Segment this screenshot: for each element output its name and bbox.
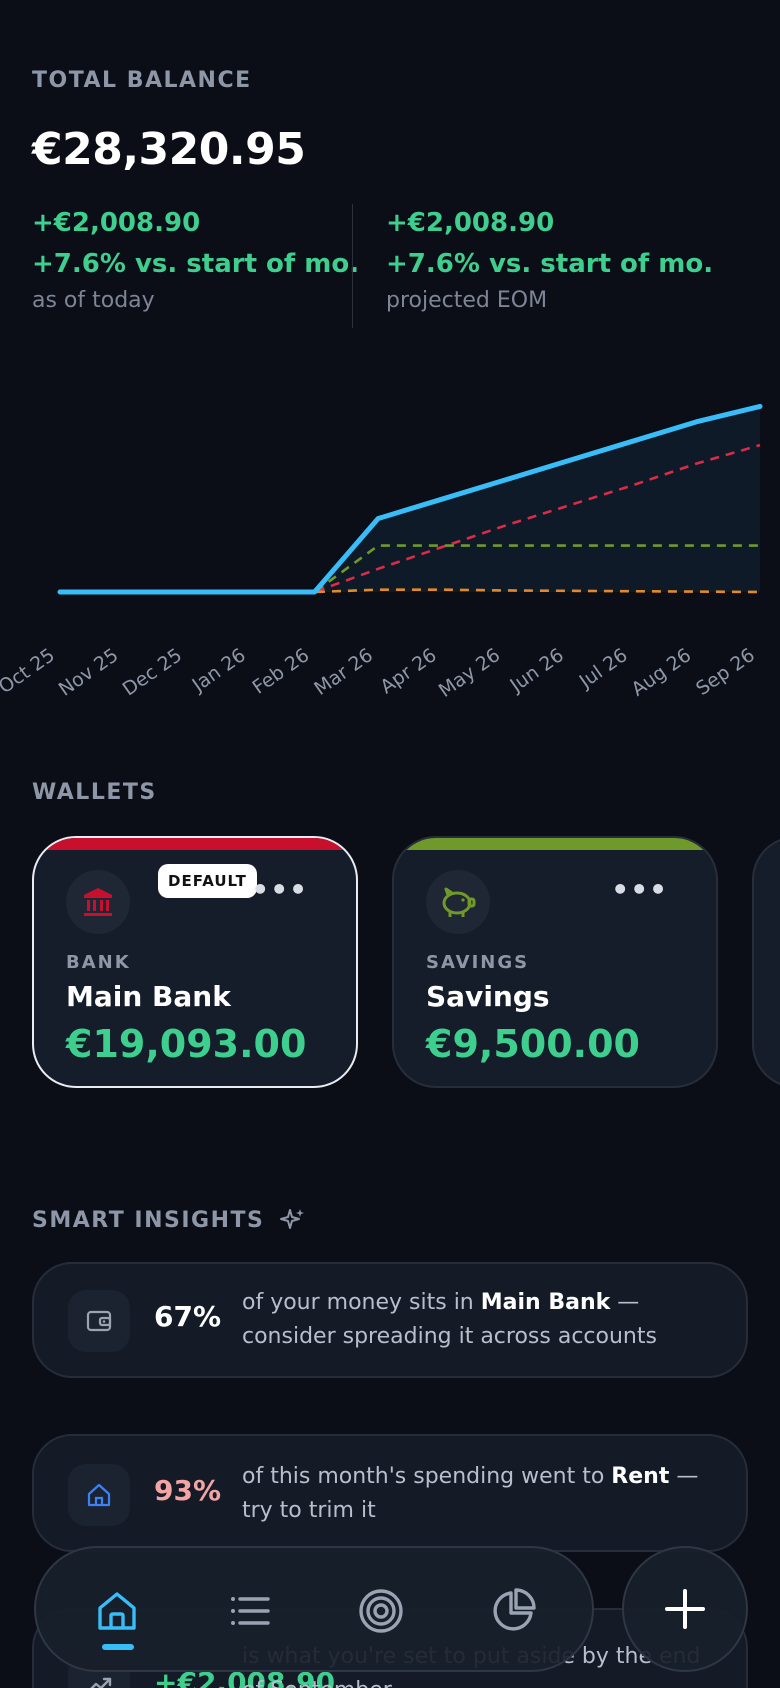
list-icon (231, 1597, 270, 1625)
wallet-color-bar (394, 838, 716, 850)
insight-card-money-distribution[interactable]: 67% of your money sits in Main Bank — co… (32, 1262, 748, 1378)
x-tick-label: Sep 26 (692, 644, 759, 700)
bank-icon (66, 870, 130, 934)
more-options-icon[interactable]: ••• (251, 876, 308, 904)
balance-change-today: +€2,008.90 +7.6% vs. start of mo. as of … (32, 206, 359, 318)
wallet-type: BANK (66, 952, 131, 973)
wallet-balance: €9,500.00 (426, 1022, 640, 1066)
change-note: projected EOM (386, 288, 548, 313)
tab-analytics[interactable] (478, 1576, 548, 1646)
x-tick-label: Aug 26 (627, 644, 695, 701)
insight-text: of this month's spending went to Rent — … (242, 1464, 699, 1523)
smart-insights-title: SMART INSIGHTS (32, 1207, 265, 1233)
plus-icon (665, 1589, 705, 1629)
x-tick-label: Jul 26 (575, 644, 632, 693)
wallets-label: WALLETS (32, 780, 157, 805)
insight-text: of your money sits in Main Bank — consid… (242, 1290, 657, 1349)
total-balance-label: TOTAL BALANCE (32, 68, 252, 93)
sparkle-icon (280, 1209, 305, 1229)
balance-change-projected: +€2,008.90 +7.6% vs. start of mo. projec… (386, 206, 713, 318)
wallet-card-main-bank[interactable]: DEFAULT ••• BANK Main Bank €19,093.00 (32, 836, 358, 1088)
stat-divider (352, 204, 353, 328)
home-icon (98, 1592, 136, 1630)
bottom-tab-bar (34, 1546, 594, 1672)
wallets-carousel[interactable]: DEFAULT ••• BANK Main Bank €19,093.00 ••… (0, 836, 780, 1090)
tab-transactions[interactable] (214, 1576, 284, 1646)
change-percent: +7.6% vs. start of mo. (32, 249, 360, 279)
wallet-name: Main Bank (66, 980, 231, 1013)
x-tick-label: Jan 26 (188, 644, 250, 697)
piggy-bank-icon (426, 870, 490, 934)
wallet-color-bar (34, 838, 356, 850)
change-amount: +€2,008.90 (386, 208, 555, 238)
x-tick-label: Oct 25 (0, 644, 59, 698)
wallet-type: SAVINGS (426, 952, 530, 973)
wallet-balance: €19,093.00 (66, 1022, 307, 1066)
smart-insights-label: SMART INSIGHTS (32, 1206, 306, 1234)
x-tick-label: May 26 (435, 644, 505, 702)
balance-projection-chart[interactable]: Oct 25Nov 25Dec 25 Jan 26Feb 26Mar 26 Apr … (0, 360, 780, 720)
tab-goals[interactable] (346, 1576, 416, 1646)
target-icon (359, 1589, 403, 1633)
tab-home[interactable] (82, 1576, 152, 1646)
home-icon (68, 1464, 130, 1526)
x-tick-label: Nov 25 (55, 644, 123, 701)
wallet-name: Savings (426, 980, 550, 1013)
wallet-icon (68, 1290, 130, 1352)
insight-card-spending[interactable]: 93% of this month's spending went to Ren… (32, 1434, 748, 1552)
insight-percent: 93% (154, 1474, 222, 1507)
x-tick-label: Mar 26 (310, 644, 377, 700)
wallet-card-partial[interactable] (752, 836, 780, 1088)
pie-chart-icon (493, 1588, 536, 1631)
more-options-icon[interactable]: ••• (611, 876, 668, 904)
add-transaction-button[interactable] (622, 1546, 748, 1672)
default-badge: DEFAULT (158, 864, 257, 898)
total-balance-value: €28,320.95 (32, 124, 306, 175)
change-amount: +€2,008.90 (32, 208, 201, 238)
insight-percent: 67% (154, 1300, 222, 1333)
x-tick-label: Apr 26 (376, 644, 440, 698)
change-percent: +7.6% vs. start of mo. (386, 249, 714, 279)
change-note: as of today (32, 288, 155, 313)
active-tab-indicator (102, 1644, 134, 1650)
x-tick-label: Dec 25 (119, 644, 186, 700)
wallet-card-savings[interactable]: ••• SAVINGS Savings €9,500.00 (392, 836, 718, 1088)
x-tick-label: Feb 26 (248, 644, 313, 699)
x-tick-label: Jun 26 (505, 644, 568, 697)
